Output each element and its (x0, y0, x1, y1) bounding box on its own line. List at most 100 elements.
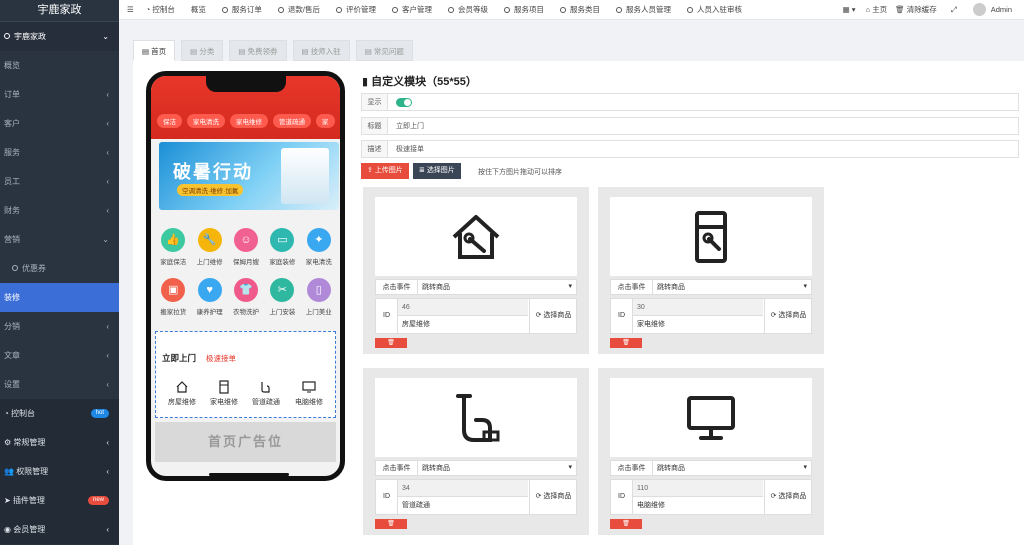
custom-item-computer[interactable]: 电脑维修 (289, 380, 329, 407)
show-toggle[interactable] (396, 97, 412, 107)
nav-customers[interactable]: 客户管理 (391, 4, 432, 15)
pick-product-button-3[interactable]: ⟳ 选择商品 (529, 480, 577, 514)
pick-product-button-1[interactable]: ⟳ 选择商品 (529, 299, 577, 333)
user-menu[interactable]: Admin (972, 3, 1012, 16)
card-image-4 (610, 378, 812, 457)
nav-service-staff[interactable]: 服务人员管理 (615, 4, 671, 15)
event-select-2[interactable]: 点击事件 跳转商品 (610, 279, 812, 295)
grid-item-repair[interactable]: 🔧 上门维修 (191, 228, 227, 266)
sidebar-item-members[interactable]: ◉ 会员管理 ‹ (0, 515, 119, 544)
tab-technician[interactable]: ▤ 技师入驻 (292, 40, 350, 61)
grid-item-cleaning[interactable]: 👍 家庭保洁 (155, 228, 191, 266)
nav-staff-review[interactable]: 人员入驻审核 (686, 4, 742, 15)
item-name-3: 管道疏通 (402, 502, 430, 509)
sidebar-item-orders[interactable]: 订单 ‹ (0, 80, 119, 109)
event-select-3[interactable]: 点击事件 跳转商品 (375, 460, 577, 476)
nav-service-categories[interactable]: 服务类目 (559, 4, 600, 15)
pick-product-button-2[interactable]: ⟳ 选择商品 (764, 299, 812, 333)
clear-cache-link[interactable]: 🗑 清除缓存 (895, 4, 937, 15)
grid-item-laundry[interactable]: 👕 衣物洗护 (228, 278, 264, 316)
chip-appliance-cleaning[interactable]: 家电清洗 (187, 114, 225, 128)
choose-image-button[interactable]: ≣ 选择图片 (413, 163, 461, 179)
custom-module-preview[interactable]: 立即上门 极速接单 房屋维修 家电维修 管道疏通 电脑维修 (155, 331, 336, 418)
menu-toggle-icon[interactable]: ☰ (127, 5, 134, 14)
image-card-2[interactable]: 点击事件跳转商品 ID30家电维修⟳ 选择商品 🗑 (598, 187, 824, 354)
sidebar-item-articles[interactable]: 文章 ‹ (0, 341, 119, 370)
house-repair-icon (176, 381, 188, 393)
event-select-4[interactable]: 点击事件 跳转商品 (610, 460, 812, 476)
sidebar-item-plugins[interactable]: ➤ 插件管理 new (0, 486, 119, 515)
lipstick-icon: ▯ (306, 278, 331, 302)
nav-refunds[interactable]: 退款/售后 (277, 4, 320, 15)
sidebar-item-general[interactable]: ⚙ 常规管理 ‹ (0, 428, 119, 457)
chip-pipe[interactable]: 管道疏通 (273, 114, 311, 128)
sidebar-item-dashboard[interactable]: ◔ 控制台 hot (0, 399, 119, 428)
grid-item-care[interactable]: ♥ 康养护理 (191, 278, 227, 316)
grid-item-beauty[interactable]: ▯ 上门美业 (301, 278, 337, 316)
delete-button-3[interactable]: 🗑 (375, 519, 407, 529)
custom-item-house[interactable]: 房屋维修 (162, 380, 202, 407)
nav-member-levels[interactable]: 会员等级 (447, 4, 488, 15)
grid-item-appliance-clean[interactable]: ✦ 家电清洗 (301, 228, 337, 266)
grid-menu-icon[interactable]: ▦ ▾ (843, 5, 856, 14)
delete-button-1[interactable]: 🗑 (375, 338, 407, 348)
grid-item-nanny[interactable]: ☺ 保姆月嫂 (228, 228, 264, 266)
sidebar-item-overview[interactable]: 概览 (0, 51, 119, 80)
phone-preview: 保洁 家电清洗 家电维修 管道疏通 家 破暑行动 空调清洗·维修·加氟 👍 家庭保… (146, 71, 345, 481)
fullscreen-icon[interactable]: ⤢ (951, 5, 957, 15)
chip-more[interactable]: 家 (316, 114, 335, 128)
house-repair-icon (452, 214, 500, 259)
chip-appliance-repair[interactable]: 家电维修 (230, 114, 268, 128)
spray-icon: ✦ (306, 228, 331, 252)
pick-product-button-4[interactable]: ⟳ 选择商品 (764, 480, 812, 514)
banner-subtitle: 空调清洗·维修·加氟 (177, 184, 244, 196)
promo-banner[interactable]: 破暑行动 空调清洗·维修·加氟 (159, 142, 339, 210)
home-ad-slot[interactable]: 首页广告位 (155, 422, 336, 462)
grid-item-decoration[interactable]: ▭ 家庭装修 (264, 228, 300, 266)
sidebar-item-coupons[interactable]: 优惠券 (0, 254, 119, 283)
sidebar-item-decoration[interactable]: 装修 (0, 283, 119, 312)
tab-category[interactable]: ▤ 分类 (181, 40, 224, 61)
grid-item-install[interactable]: ✂ 上门安装 (264, 278, 300, 316)
phone-notch (206, 76, 286, 92)
custom-item-appliance[interactable]: 家电维修 (204, 380, 244, 407)
rocket-icon: ➤ (4, 496, 13, 505)
delete-button-2[interactable]: 🗑 (610, 338, 642, 348)
sidebar-item-services[interactable]: 服务 ‹ (0, 138, 119, 167)
delete-button-4[interactable]: 🗑 (610, 519, 642, 529)
event-select-1[interactable]: 点击事件 跳转商品 (375, 279, 577, 295)
image-card-1[interactable]: 点击事件跳转商品 ID46房屋维修⟳ 选择商品 🗑 (363, 187, 589, 354)
tools-icon: ✂ (270, 278, 295, 302)
sidebar-item-finance[interactable]: 财务 ‹ (0, 196, 119, 225)
sidebar-item-customers[interactable]: 客户 ‹ (0, 109, 119, 138)
sidebar-item-settings[interactable]: 设置 ‹ (0, 370, 119, 399)
editor-title: ▮ 自定义模块（55*55） (362, 76, 477, 88)
pipe-icon (456, 393, 500, 442)
nav-dashboard[interactable]: ◔ 控制台 (146, 4, 175, 15)
image-card-4[interactable]: 点击事件跳转商品 ID110电脑维修⟳ 选择商品 🗑 (598, 368, 824, 535)
tab-home[interactable]: ▤ 首页 (133, 40, 176, 61)
home-icon: ⌂ (865, 5, 873, 14)
show-row: 显示 (361, 93, 1019, 111)
grid-item-moving[interactable]: ▣ 搬家拉货 (155, 278, 191, 316)
nav-overview[interactable]: 概览 (191, 4, 206, 15)
title-input[interactable]: 立即上门 (388, 121, 424, 131)
sidebar-section-main[interactable]: 宇鹿家政 ⌄ (0, 22, 119, 51)
image-card-3[interactable]: 点击事件跳转商品 ID34管道疏通⟳ 选择商品 🗑 (363, 368, 589, 535)
upload-image-button[interactable]: ⇪ 上传图片 (361, 163, 409, 179)
sidebar-item-permissions[interactable]: 👥 权限管理 ‹ (0, 457, 119, 486)
sidebar-item-distribution[interactable]: 分销 ‹ (0, 312, 119, 341)
nav-service-items[interactable]: 服务项目 (503, 4, 544, 15)
title-row: 标题 立即上门 (361, 117, 1019, 135)
tab-free-coupons[interactable]: ▤ 免费领券 (229, 40, 287, 61)
desc-input[interactable]: 极速接单 (388, 144, 424, 154)
sidebar-item-staff[interactable]: 员工 ‹ (0, 167, 119, 196)
tab-faq[interactable]: ▤ 常见问题 (355, 40, 413, 61)
nav-service-orders[interactable]: 服务订单 (221, 4, 262, 15)
custom-item-pipe[interactable]: 管道疏通 (246, 380, 286, 407)
sidebar-item-marketing[interactable]: 营销 ⌄ (0, 225, 119, 254)
chip-cleaning[interactable]: 保洁 (157, 114, 182, 128)
nav-reviews[interactable]: 评价管理 (335, 4, 376, 15)
home-link[interactable]: ⌂ 主页 (866, 4, 888, 15)
home-indicator (209, 473, 289, 476)
